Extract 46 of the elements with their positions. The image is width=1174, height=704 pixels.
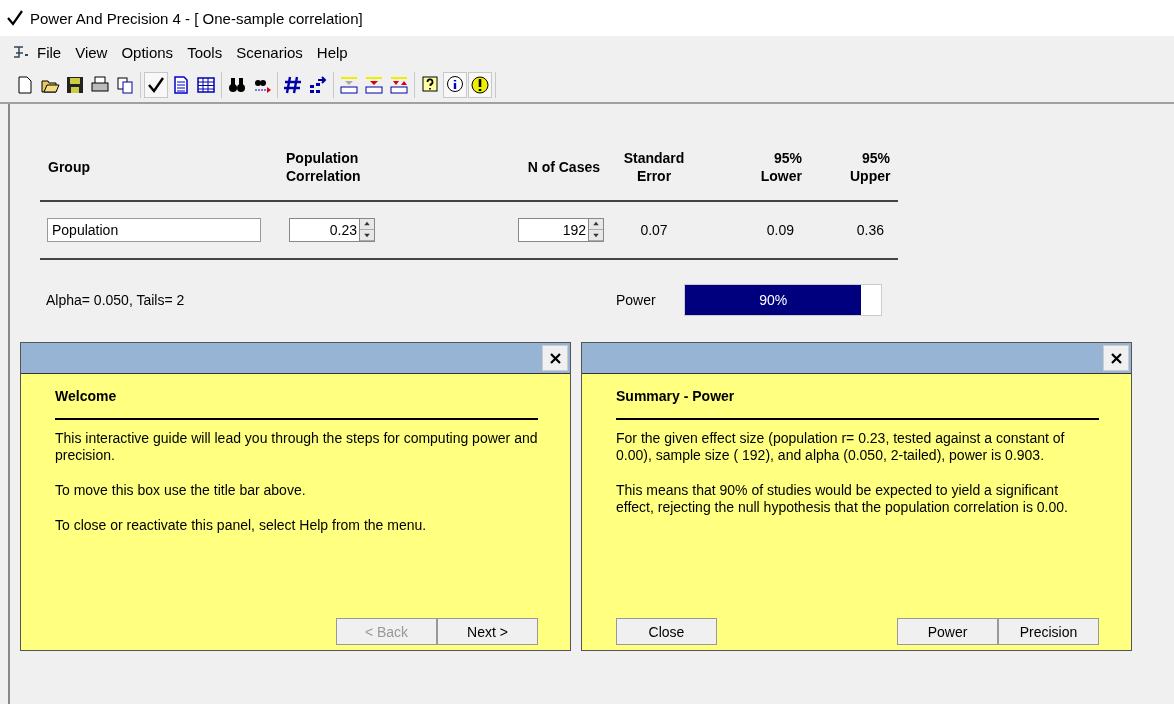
menu-item[interactable]: View xyxy=(68,41,115,63)
panel-button[interactable]: Next > xyxy=(437,618,538,645)
number-input-field[interactable]: 0.23 xyxy=(289,218,360,242)
menu-item[interactable]: Scenarios xyxy=(229,41,310,63)
close-icon xyxy=(1110,352,1122,364)
spin-down-icon[interactable] xyxy=(589,230,603,241)
power-label: Power xyxy=(616,292,657,308)
panel-paragraph: For the given effect size (population r= 0.23, tested against a constant of 0.00), sample size ( 192), and alpha (0.050, 2-tailed), power is 0.903. xyxy=(616,430,1066,464)
table-cell: 0.09 xyxy=(766,222,794,238)
power-reading: 90% xyxy=(758,291,789,310)
panel-paragraph: To close or reactivate this panel, select Help from the menu. xyxy=(55,517,428,534)
close-icon xyxy=(549,352,561,364)
column-header: 95% Lower xyxy=(759,149,803,185)
window-title: Power And Precision 4 - [ One-sample correlation] xyxy=(30,9,363,27)
menu-item[interactable]: Options xyxy=(114,41,181,63)
panel-button[interactable]: Close xyxy=(616,618,717,645)
column-header: Population Correlation xyxy=(285,149,362,185)
group-input-field[interactable]: Population xyxy=(47,218,261,242)
panel-paragraph: This means that 90% of studies would be expected to yield a significant effect, rejecting the null hypothesis that the population correlation is 0.00. xyxy=(616,482,1069,516)
spin-up-icon[interactable] xyxy=(589,219,603,230)
panel-button[interactable]: Power xyxy=(897,618,998,645)
number-input-field[interactable]: 192 xyxy=(518,218,589,242)
panel-button[interactable]: Precision xyxy=(998,618,1099,645)
app-menu-icon[interactable] xyxy=(12,44,30,60)
menu-item[interactable]: Help xyxy=(309,41,355,63)
spin-down-icon[interactable] xyxy=(360,230,374,241)
check-tool-icon[interactable] xyxy=(144,72,168,98)
table-cell: 0.36 xyxy=(856,222,884,238)
warning-tool-icon[interactable] xyxy=(468,72,492,98)
column-header: Group xyxy=(47,158,91,176)
info-tool-icon[interactable] xyxy=(443,72,467,98)
menu-item[interactable]: Tools xyxy=(180,41,230,63)
column-header: Standard Error xyxy=(622,149,686,185)
spin-up-icon[interactable] xyxy=(360,219,374,230)
panel-paragraph: This interactive guide will lead you through the steps for computing power and precision. xyxy=(55,430,538,464)
alpha-tails-note: Alpha= 0.050, Tails= 2 xyxy=(46,292,186,308)
checkmark-icon xyxy=(6,9,24,27)
panel-heading: Summary - Power xyxy=(616,388,736,404)
close-button[interactable] xyxy=(1103,345,1129,371)
close-button[interactable] xyxy=(542,345,568,371)
panel-heading: Welcome xyxy=(55,388,118,404)
table-cell: 0.07 xyxy=(640,222,668,238)
panel-paragraph: To move this box use the title bar above. xyxy=(55,482,307,499)
column-header: N of Cases xyxy=(526,158,601,176)
column-header: 95% Upper xyxy=(849,149,892,185)
menu-item[interactable]: File xyxy=(30,41,69,63)
